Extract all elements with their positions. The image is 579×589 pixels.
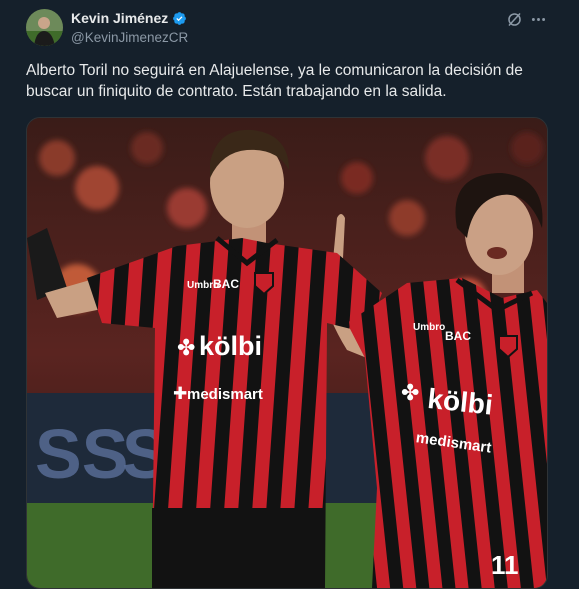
display-name[interactable]: Kevin Jiménez bbox=[71, 10, 168, 26]
verified-badge-icon bbox=[173, 11, 187, 25]
svg-text:SS: SS bbox=[35, 415, 128, 493]
jersey-brand-right: BAC bbox=[445, 329, 471, 343]
sponsor-main-left: kölbi bbox=[199, 331, 262, 361]
sponsor-secondary-left: medismart bbox=[187, 386, 263, 403]
avatar[interactable] bbox=[26, 9, 63, 46]
player-number: 11 bbox=[491, 550, 519, 580]
avatar-image bbox=[26, 9, 63, 46]
name-row: Kevin Jiménez bbox=[71, 10, 187, 26]
svg-text:✚: ✚ bbox=[173, 384, 187, 403]
svg-text:✤: ✤ bbox=[401, 380, 419, 405]
tweet-text: Alberto Toril no seguirá en Alajuelense,… bbox=[26, 62, 523, 100]
tweet-photo[interactable]: SS S Umbro BAC kölbi ✤ medismart ✚ Umbro… bbox=[26, 117, 548, 589]
more-icon[interactable] bbox=[530, 11, 547, 28]
svg-text:✤: ✤ bbox=[177, 335, 195, 360]
photo-canvas: SS S Umbro BAC kölbi ✤ medismart ✚ Umbro… bbox=[27, 118, 547, 588]
handle[interactable]: @KevinJimenezCR bbox=[71, 30, 188, 45]
tweet-card: Kevin Jiménez @KevinJimenezCR Alberto To… bbox=[0, 0, 579, 589]
jersey-brand-left: BAC bbox=[213, 277, 239, 291]
svg-text:Umbro: Umbro bbox=[413, 322, 445, 333]
grok-icon[interactable] bbox=[506, 11, 523, 28]
